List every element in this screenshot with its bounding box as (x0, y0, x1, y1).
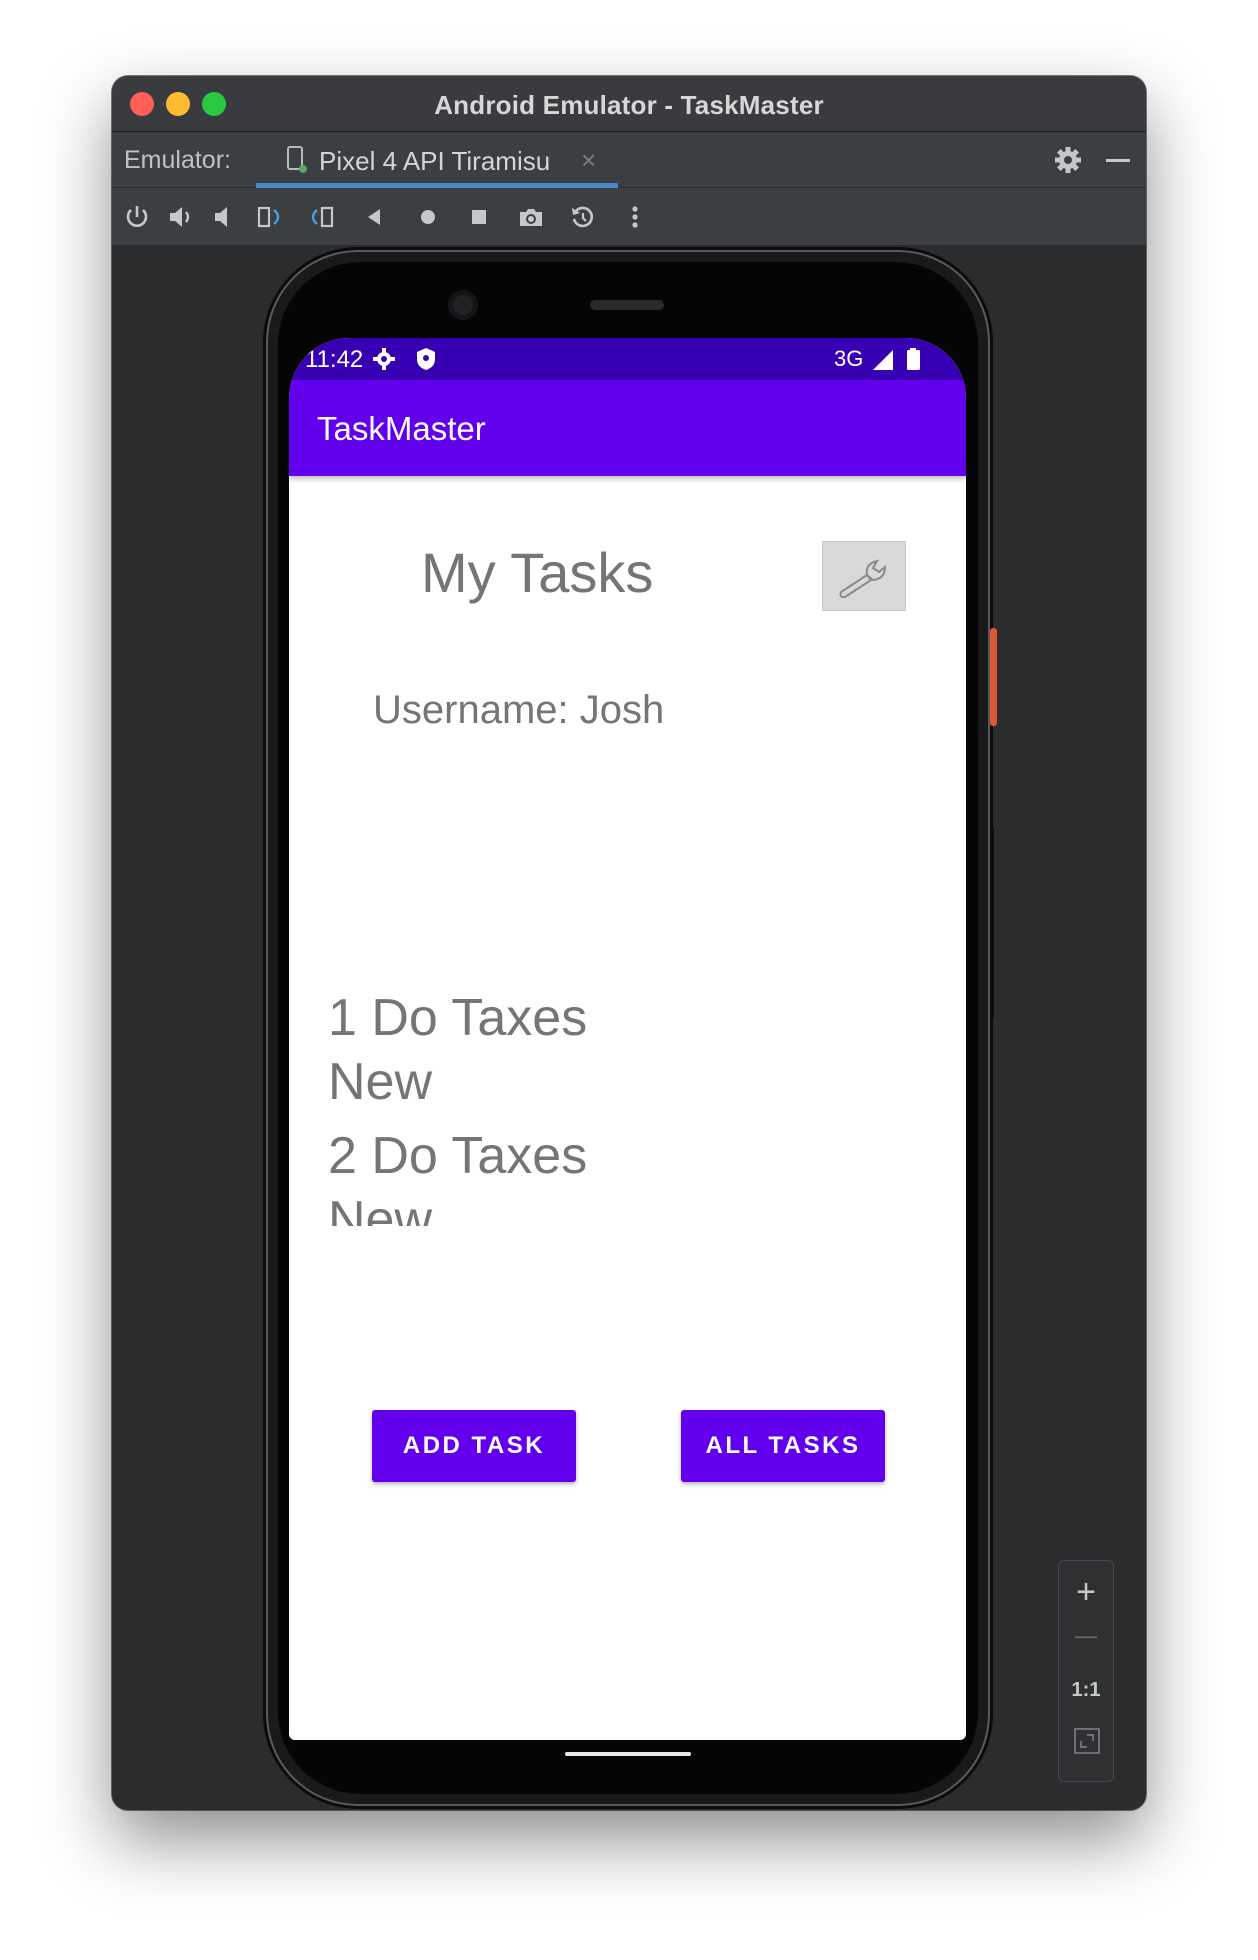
battery-icon (907, 348, 920, 370)
all-tasks-button[interactable]: ALL TASKS (681, 1410, 885, 1482)
volume-side-button[interactable] (990, 828, 994, 1018)
title-bar: Android Emulator - TaskMaster (112, 76, 1146, 132)
actual-size-button[interactable]: 1:1 (1059, 1679, 1113, 1702)
home-indicator[interactable] (565, 1752, 691, 1756)
phone-screen: 11:42 3G TaskMaster My Tasks Username: J… (289, 338, 966, 1740)
zoom-in-button[interactable]: + (1059, 1573, 1113, 1612)
status-time: 11:42 (305, 346, 364, 373)
rotate-left-icon[interactable] (256, 202, 286, 232)
tab-close-icon[interactable]: × (581, 145, 596, 176)
task-item[interactable]: 1 Do Taxes New (328, 986, 628, 1124)
window-title: Android Emulator - TaskMaster (434, 90, 824, 120)
power-side-button[interactable] (990, 628, 997, 726)
wrench-icon (839, 559, 887, 599)
device-icon (287, 146, 307, 173)
volume-up-icon[interactable] (166, 202, 196, 232)
zoom-panel: + — 1:1 (1058, 1560, 1114, 1782)
tab-label: Pixel 4 API Tiramisu (319, 146, 551, 176)
emulator-toolbar (112, 188, 1146, 246)
app-title: TaskMaster (317, 410, 486, 447)
emulator-label: Emulator: (124, 146, 231, 174)
more-icon[interactable] (620, 202, 650, 232)
camera-icon[interactable] (516, 202, 546, 232)
overview-icon[interactable] (464, 202, 494, 232)
add-task-button[interactable]: ADD TASK (372, 1410, 576, 1482)
minimize-icon[interactable] (1102, 144, 1134, 176)
earpiece-speaker (590, 300, 664, 310)
power-icon[interactable] (122, 202, 152, 232)
zoom-out-button[interactable]: — (1059, 1623, 1113, 1649)
settings-status-icon (373, 348, 395, 370)
network-type: 3G (834, 346, 864, 371)
status-bar: 11:42 3G (289, 338, 966, 380)
signal-icon (873, 350, 893, 370)
device-tab-bar: Emulator: Pixel 4 API Tiramisu × (112, 132, 1146, 188)
tab-pixel-4[interactable]: Pixel 4 API Tiramisu × (256, 132, 618, 188)
shield-status-icon (417, 348, 435, 370)
home-icon[interactable] (413, 202, 443, 232)
rotate-right-icon[interactable] (307, 202, 337, 232)
username-label: Username: Josh (373, 688, 665, 732)
gear-icon[interactable] (1052, 144, 1084, 176)
snapshot-icon[interactable] (568, 202, 598, 232)
back-icon[interactable] (360, 202, 390, 232)
task-list[interactable]: 1 Do Taxes New 2 Do Taxes New (328, 986, 628, 1226)
front-camera (448, 290, 478, 320)
page-title: My Tasks (421, 541, 654, 604)
task-item[interactable]: 2 Do Taxes New (328, 1124, 628, 1226)
fit-screen-icon[interactable] (1073, 1727, 1101, 1755)
volume-down-icon[interactable] (209, 202, 239, 232)
settings-button[interactable] (822, 541, 906, 611)
app-bar: TaskMaster (289, 380, 966, 476)
